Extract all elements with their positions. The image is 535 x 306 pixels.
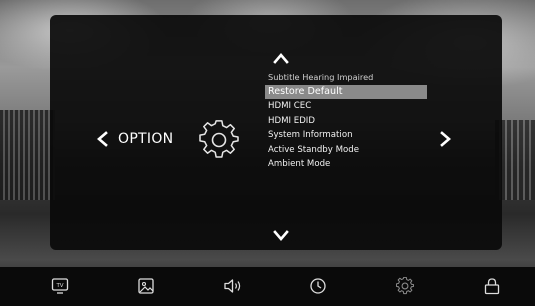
- menu-item-ambient-mode[interactable]: Ambient Mode: [265, 157, 427, 172]
- sound-icon[interactable]: [223, 277, 243, 295]
- menu-item-system-information[interactable]: System Information: [265, 128, 427, 143]
- svg-text:TV: TV: [55, 283, 63, 289]
- background-buildings-left: [0, 110, 55, 200]
- tv-icon[interactable]: TV: [51, 277, 69, 295]
- chevron-up-icon[interactable]: [273, 52, 289, 64]
- category-title: OPTION: [118, 131, 174, 147]
- menu-item-hdmi-cec[interactable]: HDMI CEC: [265, 99, 427, 114]
- menu-item-restore-default[interactable]: Restore Default: [265, 84, 427, 99]
- category-bar: TV: [0, 267, 535, 306]
- lock-icon[interactable]: [483, 277, 501, 295]
- menu-item-hdmi-edid[interactable]: HDMI EDID: [265, 114, 427, 129]
- chevron-left-icon[interactable]: [96, 131, 108, 147]
- option-menu-list: Subtitle Hearing Impaired Restore Defaul…: [265, 70, 427, 172]
- chevron-right-icon[interactable]: [440, 131, 452, 147]
- clock-icon[interactable]: [309, 277, 327, 295]
- picture-icon[interactable]: [137, 277, 155, 295]
- gear-icon: [199, 120, 239, 158]
- setup-gear-icon[interactable]: [396, 277, 414, 295]
- chevron-down-icon[interactable]: [273, 230, 289, 242]
- menu-item-subtitle-hearing-impaired[interactable]: Subtitle Hearing Impaired: [265, 70, 427, 85]
- menu-item-active-standby-mode[interactable]: Active Standby Mode: [265, 143, 427, 158]
